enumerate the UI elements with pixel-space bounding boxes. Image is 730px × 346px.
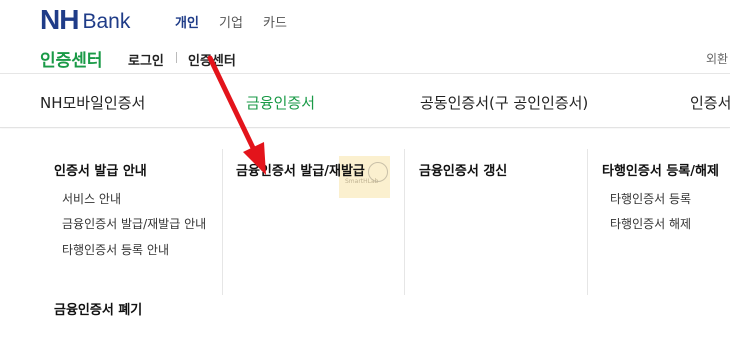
logo-bank-text: Bank xyxy=(82,10,131,33)
page-title: 인증센터 xyxy=(40,51,103,71)
segment-corporate[interactable]: 기업 xyxy=(219,12,243,31)
tab-joint-cert[interactable]: 공동인증서(구 공인인증서) xyxy=(420,92,588,113)
segment-personal[interactable]: 개인 xyxy=(175,12,199,31)
menu-title-issue-reissue[interactable]: 금융인증서 발급/재발급 xyxy=(236,160,365,179)
tab-cert-more[interactable]: 인증서 xyxy=(690,92,730,113)
main-tabs: NH모바일인증서 금융인증서 공동인증서(구 공인인증서) 인증서 xyxy=(0,74,730,128)
column-divider xyxy=(404,149,405,295)
menu-title-other-bank-cert[interactable]: 타행인증서 등록/해제 xyxy=(602,160,719,179)
menu-link-reissue-guide[interactable]: 금융인증서 발급/재발급 안내 xyxy=(62,215,206,232)
tab-financial-cert[interactable]: 금융인증서 xyxy=(246,92,315,113)
menu-link-other-bank-guide[interactable]: 타행인증서 등록 안내 xyxy=(62,241,169,258)
menu-link-other-bank-remove[interactable]: 타행인증서 해제 xyxy=(610,215,691,232)
menu-title-cert-disposal[interactable]: 금융인증서 폐기 xyxy=(54,299,142,318)
breadcrumb-bar: 인증센터 로그인 인증센터 외환 xyxy=(0,40,730,74)
menu-link-service-guide[interactable]: 서비스 안내 xyxy=(62,190,121,207)
breadcrumb-divider xyxy=(176,52,177,63)
tab-nh-mobile-cert[interactable]: NH모바일인증서 xyxy=(40,92,145,113)
login-link[interactable]: 로그인 xyxy=(128,50,164,69)
menu-title-renewal[interactable]: 금융인증서 갱신 xyxy=(419,160,507,179)
top-header: NH Bank 개인 기업 카드 xyxy=(0,0,730,40)
column-divider xyxy=(222,149,223,295)
nh-bank-logo[interactable]: NH Bank xyxy=(40,6,130,34)
menu-title-issuance-guide[interactable]: 인증서 발급 안내 xyxy=(54,160,147,179)
column-divider xyxy=(587,149,588,295)
segment-card[interactable]: 카드 xyxy=(263,12,287,31)
cert-center-link[interactable]: 인증센터 xyxy=(188,50,236,69)
logo-nh-text: NH xyxy=(40,4,79,35)
foreign-exchange-link[interactable]: 외환 xyxy=(706,50,728,67)
watermark-text: SmartHLab xyxy=(345,178,379,185)
menu-link-other-bank-register[interactable]: 타행인증서 등록 xyxy=(610,190,691,207)
